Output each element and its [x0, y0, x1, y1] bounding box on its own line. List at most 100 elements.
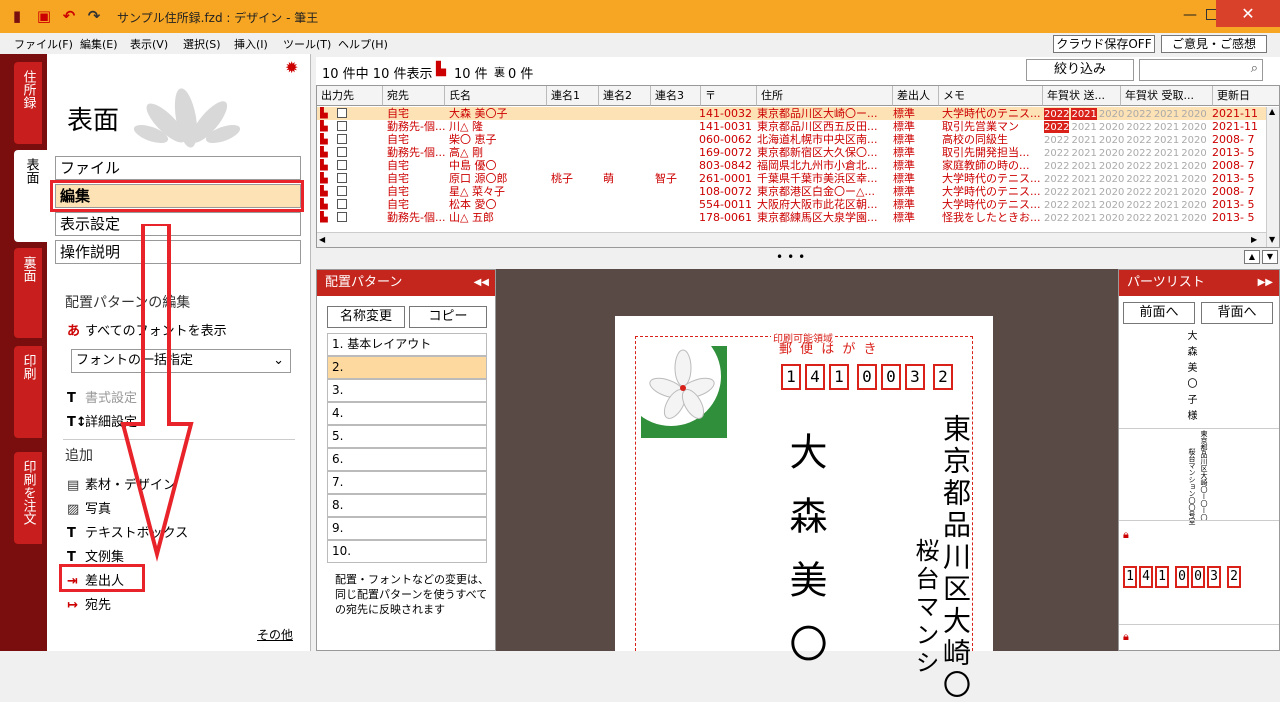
close-button[interactable]: ✕ — [1216, 0, 1280, 27]
card-name[interactable]: 大森美〇 — [783, 432, 827, 688]
bring-front-button[interactable]: 前面へ — [1123, 302, 1195, 324]
col-sender[interactable]: 差出人 — [893, 86, 939, 106]
col-renmei1[interactable]: 連名1 — [547, 86, 599, 106]
year-mark[interactable]: 2021 — [1154, 134, 1179, 146]
year-mark[interactable]: 2020 — [1099, 121, 1124, 133]
year-mark[interactable]: 2022 — [1126, 173, 1151, 185]
app-icon[interactable]: ▮ — [8, 7, 26, 25]
year-mark[interactable]: 2022 — [1044, 199, 1069, 211]
cloud-save-button[interactable]: クラウド保存OFF — [1053, 35, 1155, 53]
year-mark[interactable]: 2022 — [1044, 173, 1069, 185]
part-name-thumb[interactable]: 大森美〇子様 — [1183, 330, 1197, 426]
part-address-thumb[interactable]: 東京都品川区大崎〇ー〇ー〇 — [1199, 430, 1208, 521]
year-mark[interactable]: 2022 — [1126, 147, 1151, 159]
year-mark[interactable]: 2022 — [1044, 186, 1069, 198]
tab-front[interactable]: 表面 — [14, 150, 48, 242]
tab-print[interactable]: 印刷 — [14, 346, 42, 438]
year-mark[interactable]: 2021 — [1154, 147, 1179, 159]
rename-button[interactable]: 名称変更 — [327, 306, 405, 328]
pattern-item[interactable]: 6. — [327, 448, 487, 471]
menu-insert[interactable]: 挿入(I) — [234, 36, 268, 52]
send-back-button[interactable]: 背面へ — [1201, 302, 1273, 324]
col-memo[interactable]: メモ — [939, 86, 1043, 106]
output-checkbox[interactable] — [337, 173, 347, 183]
year-mark[interactable]: 2020 — [1181, 199, 1206, 211]
table-row[interactable]: ▙ 勤務先-個... 山△ 五郎 178-0061 東京都練馬区大泉学園... 標準 怪我を… — [317, 211, 1279, 224]
year-mark[interactable]: 2020 — [1099, 173, 1124, 185]
pattern-item[interactable]: 3. — [327, 379, 487, 402]
output-checkbox[interactable] — [337, 147, 347, 157]
menu-tools[interactable]: ツール(T) — [283, 36, 331, 52]
save-icon[interactable]: ▣ — [35, 7, 53, 25]
table-row[interactable]: ▙ 自宅 原口 源〇郎 桃子 萌 智子 261-0001 千葉県千葉市美浜区幸... 標準 大学時… — [317, 172, 1279, 185]
pattern-item[interactable]: 5. — [327, 425, 487, 448]
year-mark[interactable]: 2020 — [1181, 121, 1206, 133]
year-mark[interactable]: 2021 — [1071, 173, 1096, 185]
collapse-down-icon[interactable]: ▼ — [1262, 250, 1278, 264]
year-mark[interactable]: 2022 — [1044, 121, 1070, 133]
year-mark[interactable]: 2022 — [1126, 108, 1151, 120]
table-row[interactable]: ▙ 勤務先-個... 高△ 剛 169-0072 東京都新宿区大久保〇... 標準 取引先開… — [317, 146, 1279, 159]
table-hscrollbar[interactable]: ◀ ▶ — [317, 232, 1266, 247]
year-mark[interactable]: 2021 — [1071, 199, 1096, 211]
year-mark[interactable]: 2020 — [1181, 134, 1206, 146]
year-mark[interactable]: 2021 — [1071, 160, 1096, 172]
menu-edit[interactable]: 編集(E) — [80, 36, 118, 52]
year-mark[interactable]: 2022 — [1044, 160, 1069, 172]
card-address[interactable]: 東京都品川区大崎〇 — [938, 414, 972, 702]
year-mark[interactable]: 2021 — [1071, 212, 1096, 224]
year-mark[interactable]: 2020 — [1181, 212, 1206, 224]
col-output[interactable]: 出力先 — [317, 86, 383, 106]
output-checkbox[interactable] — [337, 212, 347, 222]
col-renmei2[interactable]: 連名2 — [599, 86, 651, 106]
scroll-down-icon[interactable]: ▼ — [1269, 235, 1275, 244]
add-photo[interactable]: ▨ 写真 — [67, 498, 111, 517]
menu-file[interactable]: ファイル(F) — [14, 36, 73, 52]
year-mark[interactable]: 2021 — [1154, 186, 1179, 198]
col-zip[interactable]: 〒 — [701, 86, 757, 106]
more-link[interactable]: その他 — [257, 626, 293, 643]
output-checkbox[interactable] — [337, 199, 347, 209]
table-row[interactable]: ▙ 自宅 星△ 菜々子 108-0072 東京都港区白金〇ー△... 標準 大学時代のテニス… — [317, 185, 1279, 198]
table-row[interactable]: ▙ 自宅 松本 愛〇 554-0011 大阪府大阪市此花区朝... 標準 大学時代のテニス.… — [317, 198, 1279, 211]
collapse-right-icon[interactable]: ▶▶ — [1258, 270, 1273, 296]
col-nenga-sent[interactable]: 年賀状 送... — [1043, 86, 1121, 106]
pattern-item[interactable]: 8. — [327, 494, 487, 517]
lock-icon[interactable]: 🔒︎ — [1123, 528, 1129, 542]
year-mark[interactable]: 2020 — [1099, 108, 1124, 120]
pattern-item[interactable]: 10. — [327, 540, 487, 563]
minimize-icon[interactable]: — — [1180, 5, 1200, 25]
redo-icon[interactable]: ↷ — [85, 7, 103, 25]
year-mark[interactable]: 2022 — [1044, 108, 1070, 120]
output-checkbox[interactable] — [337, 160, 347, 170]
year-mark[interactable]: 2022 — [1126, 212, 1151, 224]
part-building-thumb[interactable]: 桜台マンション〇〇号室 — [1187, 448, 1196, 525]
year-mark[interactable]: 2020 — [1099, 212, 1124, 224]
col-dest[interactable]: 宛先 — [383, 86, 445, 106]
menu-help[interactable]: ヘルプ(H) — [338, 36, 388, 52]
year-mark[interactable]: 2020 — [1181, 108, 1206, 120]
add-recipient[interactable]: ↦ 宛先 — [67, 594, 111, 613]
scroll-left-icon[interactable]: ◀ — [319, 235, 325, 244]
output-checkbox[interactable] — [337, 121, 347, 131]
col-nenga-recv[interactable]: 年賀状 受取... — [1121, 86, 1213, 106]
year-mark[interactable]: 2021 — [1154, 173, 1179, 185]
table-scrollbar[interactable]: ▲ ▼ — [1266, 107, 1279, 247]
tab-back[interactable]: 裏面 — [14, 248, 42, 338]
col-address[interactable]: 住所 — [757, 86, 893, 106]
year-mark[interactable]: 2021 — [1071, 147, 1096, 159]
lock-icon[interactable]: 🔒︎ — [1123, 630, 1129, 644]
year-mark[interactable]: 2021 — [1154, 160, 1179, 172]
year-mark[interactable]: 2022 — [1044, 212, 1069, 224]
table-row[interactable]: ▙ 自宅 中島 優〇 803-0842 福岡県北九州市小倉北... 標準 家庭教師の時の..… — [317, 159, 1279, 172]
undo-icon[interactable]: ↶ — [60, 7, 78, 25]
year-mark[interactable]: 2020 — [1181, 160, 1206, 172]
tab-address-book[interactable]: 住所録 — [14, 62, 42, 144]
year-mark[interactable]: 2021 — [1071, 108, 1097, 120]
year-mark[interactable]: 2020 — [1099, 134, 1124, 146]
menu-box-file[interactable]: ファイル — [55, 156, 301, 180]
collapse-up-icon[interactable]: ▲ — [1244, 250, 1260, 264]
pattern-item[interactable]: 9. — [327, 517, 487, 540]
splitter[interactable]: ••• ▲ ▼ — [316, 248, 1280, 268]
year-mark[interactable]: 2021 — [1071, 121, 1096, 133]
